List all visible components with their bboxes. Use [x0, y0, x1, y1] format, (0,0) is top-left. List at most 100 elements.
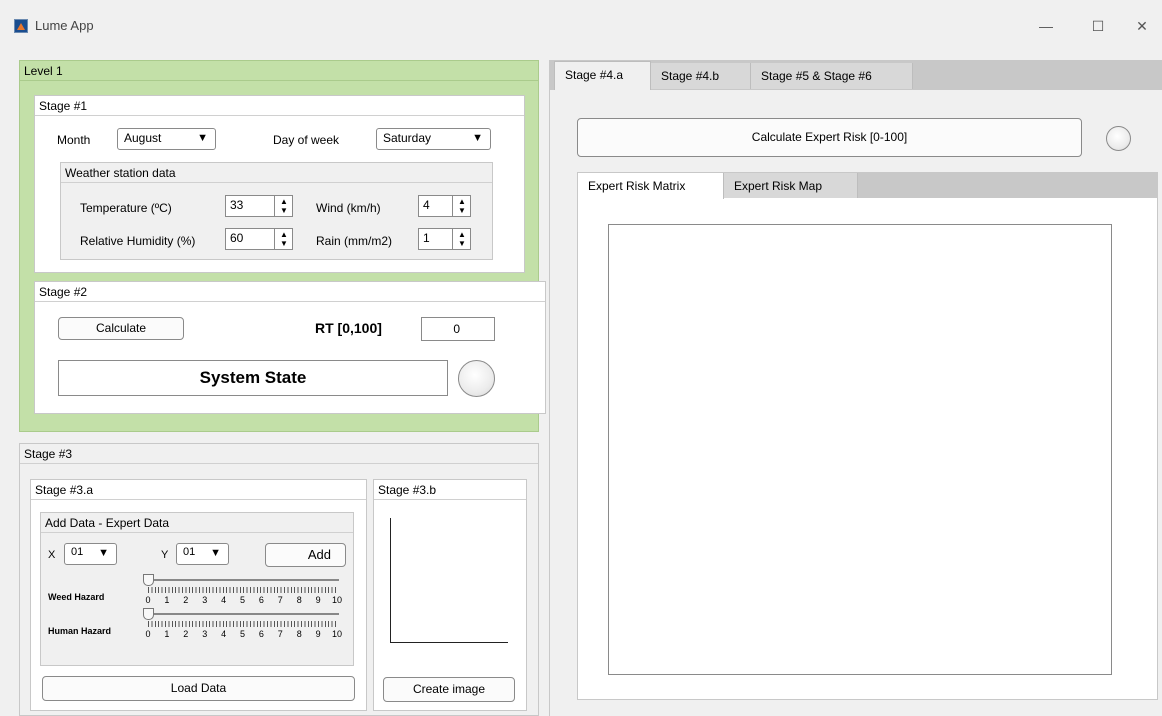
weather-station-panel: Weather station data Temperature (ºC) 33… — [60, 162, 493, 260]
temperature-value: 33 — [230, 198, 244, 212]
chevron-down-icon: ▼ — [210, 547, 221, 559]
window-title: Lume App — [35, 18, 94, 33]
month-dropdown[interactable]: August ▼ — [117, 128, 216, 150]
system-state-lamp — [458, 360, 495, 397]
stage4a-content: Calculate Expert Risk [0-100] Expert Ris… — [549, 90, 1162, 716]
temperature-label: Temperature (ºC) — [80, 201, 172, 215]
rt-label: RT [0,100] — [315, 320, 382, 336]
month-value: August — [124, 131, 162, 145]
stage3a-title: Stage #3.a — [31, 480, 366, 500]
slider-tick-label: 10 — [332, 595, 343, 605]
slider-tick-label: 5 — [240, 595, 246, 605]
slider-tick-label: 7 — [277, 629, 283, 639]
create-image-button[interactable]: Create image — [383, 677, 515, 702]
y-label: Y — [161, 549, 169, 561]
rain-value: 1 — [423, 231, 430, 245]
chevron-down-icon: ▼ — [98, 547, 109, 559]
tab-expert-risk-matrix[interactable]: Expert Risk Matrix — [578, 173, 724, 199]
tab-stage-4a[interactable]: Stage #4.a — [554, 61, 651, 91]
x-label: X — [48, 549, 56, 561]
level1-title: Level 1 — [20, 61, 538, 81]
spinner-arrows-icon[interactable]: ▲ ▼ — [274, 196, 292, 216]
slider-tick-label: 6 — [258, 629, 264, 639]
wind-spinner[interactable]: 4 ▲ ▼ — [418, 195, 471, 217]
slider-tick-label: 4 — [221, 629, 227, 639]
day-of-week-dropdown[interactable]: Saturday ▼ — [376, 128, 491, 150]
slider-tick-label: 8 — [296, 629, 302, 639]
weed-hazard-tick-labels: 0 1 2 3 4 5 6 7 8 9 10 — [145, 595, 343, 606]
tab-stage-5-6[interactable]: Stage #5 & Stage #6 — [751, 63, 913, 89]
stage3a-panel: Stage #3.a Add Data - Expert Data X 01 ▼… — [30, 479, 367, 711]
humidity-spinner[interactable]: 60 ▲ ▼ — [225, 228, 293, 250]
calculate-expert-risk-button[interactable]: Calculate Expert Risk [0-100] — [577, 118, 1082, 157]
spinner-arrows-icon[interactable]: ▲ ▼ — [274, 229, 292, 249]
slider-tick-label: 10 — [332, 629, 343, 639]
wind-label: Wind (km/h) — [316, 201, 381, 215]
title-bar: Lume App — ☐ ✕ — [0, 0, 1162, 52]
stage1-panel: Stage #1 Month August ▼ Day of week Satu… — [34, 95, 525, 273]
weed-hazard-track[interactable] — [145, 579, 339, 581]
human-hazard-track[interactable] — [145, 613, 339, 615]
x-value: 01 — [71, 546, 84, 558]
y-dropdown[interactable]: 01 ▼ — [176, 543, 229, 565]
expert-risk-matrix-area — [608, 224, 1112, 675]
day-of-week-label: Day of week — [273, 133, 340, 147]
load-data-button[interactable]: Load Data — [42, 676, 355, 701]
rt-value-field: 0 — [421, 317, 495, 341]
minimize-button[interactable]: — — [1026, 12, 1066, 40]
slider-tick-label: 9 — [315, 595, 321, 605]
y-value: 01 — [183, 546, 196, 558]
slider-tick-label: 9 — [315, 629, 321, 639]
tab-stage-4b[interactable]: Stage #4.b — [651, 63, 751, 89]
x-dropdown[interactable]: 01 ▼ — [64, 543, 117, 565]
calculate-button[interactable]: Calculate — [58, 317, 184, 340]
wind-value: 4 — [423, 198, 430, 212]
stage1-title: Stage #1 — [35, 96, 524, 116]
spinner-arrows-icon[interactable]: ▲ ▼ — [452, 229, 470, 249]
expert-risk-lamp — [1106, 126, 1131, 151]
expert-risk-tabgroup: Expert Risk Matrix Expert Risk Map — [577, 172, 1158, 700]
maximize-button[interactable]: ☐ — [1078, 12, 1118, 40]
slider-tick-label: 6 — [258, 595, 264, 605]
level1-panel: Level 1 Stage #1 Month August ▼ Day of w… — [19, 60, 546, 432]
slider-tick-label: 7 — [277, 595, 283, 605]
stage2-title: Stage #2 — [35, 282, 545, 302]
slider-tick-label: 1 — [164, 595, 170, 605]
weather-station-title: Weather station data — [61, 163, 492, 183]
slider-tick-label: 2 — [183, 629, 189, 639]
slider-tick-label: 3 — [202, 595, 208, 605]
slider-tick-label: 2 — [183, 595, 189, 605]
slider-tick-label: 3 — [202, 629, 208, 639]
tab-expert-risk-map[interactable]: Expert Risk Map — [724, 173, 858, 198]
stage3b-panel: Stage #3.b Create image — [373, 479, 527, 711]
spinner-arrows-icon[interactable]: ▲ ▼ — [452, 196, 470, 216]
slider-tick-label: 1 — [164, 629, 170, 639]
slider-tick-label: 0 — [145, 595, 151, 605]
stage3-panel: Stage #3 Stage #3.a Add Data - Expert Da… — [19, 443, 539, 716]
image-axes — [390, 518, 508, 643]
human-hazard-label: Human Hazard — [48, 626, 112, 636]
humidity-label: Relative Humidity (%) — [80, 234, 196, 248]
slider-tick-label: 5 — [240, 629, 246, 639]
human-hazard-tick-labels: 0 1 2 3 4 5 6 7 8 9 10 — [146, 629, 343, 640]
add-data-title: Add Data - Expert Data — [41, 513, 353, 533]
chevron-down-icon: ▼ — [472, 132, 483, 144]
add-data-panel: Add Data - Expert Data X 01 ▼ Y 01 ▼ Add… — [40, 512, 354, 666]
weed-hazard-ticks — [148, 587, 337, 593]
human-hazard-ticks — [148, 621, 337, 627]
stage2-panel: Stage #2 Calculate RT [0,100] 0 System S… — [34, 281, 546, 414]
human-hazard-slider-thumb[interactable] — [143, 608, 154, 620]
stage3-title: Stage #3 — [20, 444, 538, 464]
weed-hazard-label: Weed Hazard — [48, 592, 105, 602]
slider-tick-label: 8 — [296, 595, 302, 605]
weed-hazard-slider-thumb[interactable] — [143, 574, 154, 586]
rain-spinner[interactable]: 1 ▲ ▼ — [418, 228, 471, 250]
add-button[interactable]: Add — [265, 543, 346, 567]
close-button[interactable]: ✕ — [1122, 12, 1162, 40]
humidity-value: 60 — [230, 231, 244, 245]
rain-label: Rain (mm/m2) — [316, 234, 393, 248]
chevron-down-icon: ▼ — [197, 132, 208, 144]
temperature-spinner[interactable]: 33 ▲ ▼ — [225, 195, 293, 217]
month-label: Month — [57, 133, 91, 147]
slider-tick-label: 4 — [221, 595, 227, 605]
